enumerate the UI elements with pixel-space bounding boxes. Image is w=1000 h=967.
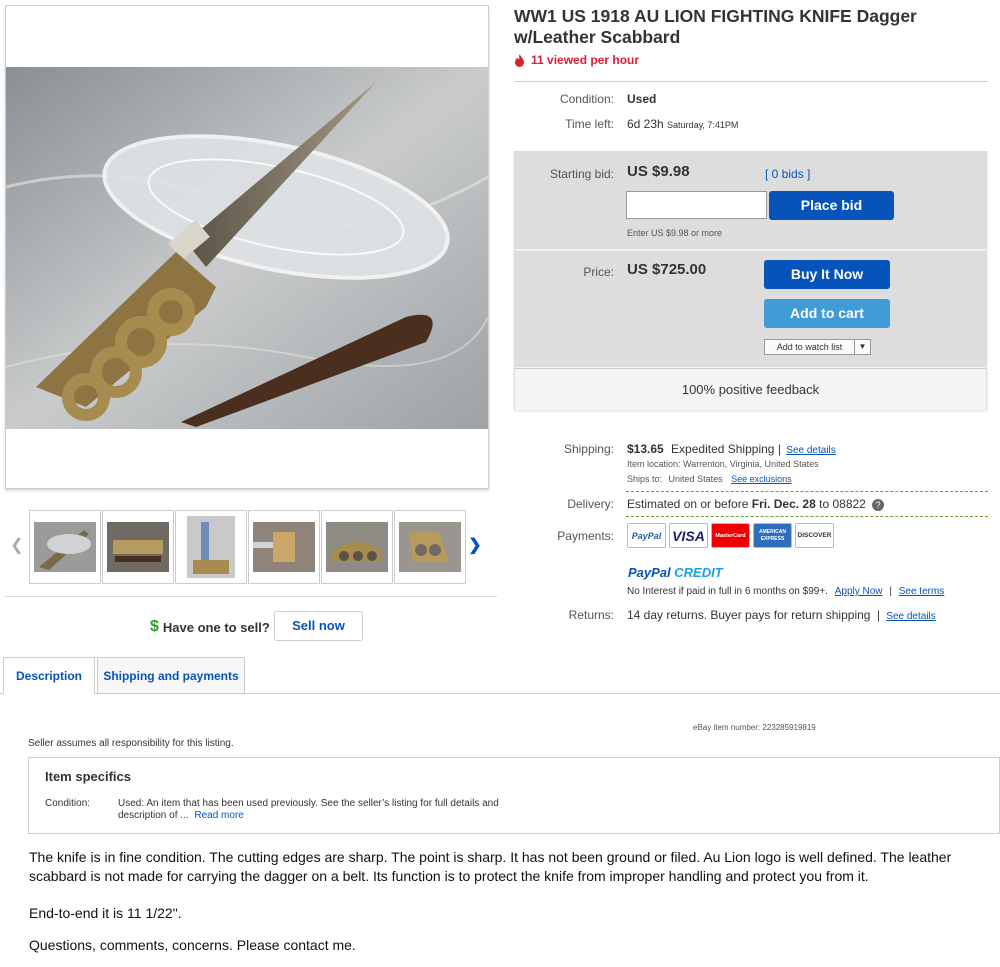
thumbnail-1[interactable] — [29, 510, 101, 584]
thumbnail-strip: ❮ ❯ — [5, 510, 495, 584]
time-left-duration: 6d 23h — [627, 117, 664, 131]
main-image-frame[interactable] — [5, 5, 489, 489]
item-specifics-title: Item specifics — [45, 769, 131, 784]
seller-feedback: 100% positive feedback — [681, 382, 820, 397]
sell-row: $ Have one to sell? Sell now — [150, 611, 380, 643]
delivery-value: Estimated on or before Fri. Dec. 28 to 0… — [627, 497, 885, 511]
viewed-text: 11 viewed per hour — [531, 53, 640, 67]
paypal-credit-word: CREDIT — [674, 565, 723, 580]
chevron-down-icon[interactable]: ▼ — [854, 340, 870, 354]
shipping-method: Expedited Shipping — [671, 442, 775, 456]
chevron-left-icon[interactable]: ❮ — [7, 534, 27, 558]
price-label: Price: — [583, 265, 614, 279]
bids-count-link[interactable]: [ 0 bids ] — [765, 167, 810, 181]
price-value: US $725.00 — [627, 261, 707, 278]
ships-to: Ships to: United States See exclusions — [627, 474, 792, 484]
chevron-right-icon[interactable]: ❯ — [465, 534, 485, 558]
payment-logos: PayPal VISA MasterCard AMERICAN EXPRESS … — [627, 523, 834, 548]
ships-to-value: United States — [668, 474, 723, 484]
watch-list-label: Add to watch list — [776, 342, 843, 352]
paypal-credit-brand: PayPal — [628, 565, 671, 580]
specifics-condition-value: Used: An item that has been used previou… — [118, 798, 528, 822]
thumbnail-5[interactable] — [321, 510, 393, 584]
condition-label: Condition: — [559, 92, 614, 106]
payments-label: Payments: — [557, 529, 614, 543]
main-product-image[interactable] — [6, 67, 488, 429]
item-title: WW1 US 1918 AU LION FIGHTING KNIFE Dagge… — [514, 6, 917, 47]
paypal-credit-logo: PayPal CREDIT — [628, 565, 723, 580]
add-to-cart-button[interactable]: Add to cart — [764, 299, 890, 328]
place-bid-button[interactable]: Place bid — [769, 191, 894, 220]
thumbnail-3[interactable] — [175, 510, 247, 584]
viewed-badge: 11 viewed per hour — [514, 53, 639, 67]
returns-details-link[interactable]: See details — [886, 611, 935, 622]
condition-value: Used — [627, 92, 657, 106]
starting-bid-label: Starting bid: — [549, 167, 614, 181]
buy-it-now-button[interactable]: Buy It Now — [764, 260, 890, 289]
feedback-section: 100% positive feedback — [515, 368, 986, 410]
flame-icon — [515, 53, 524, 67]
shipping-label: Shipping: — [563, 442, 614, 456]
starting-bid-value: US $9.98 — [627, 163, 690, 180]
tab-bar: Description Shipping and payments — [0, 657, 1000, 694]
specifics-condition-text: Used: An item that has been used previou… — [118, 798, 499, 821]
time-left-end: Saturday, 7:41PM — [667, 120, 739, 130]
amex-logo: AMERICAN EXPRESS — [753, 523, 792, 548]
see-exclusions-link[interactable]: See exclusions — [731, 474, 792, 484]
description-paragraph: The knife is in fine condition. The cutt… — [29, 849, 952, 884]
shipping-value: $13.65 Expedited Shipping | See details — [627, 442, 836, 456]
add-to-watch-list-button[interactable]: Add to watch list ▼ — [764, 339, 871, 355]
mastercard-logo: MasterCard — [711, 523, 750, 548]
bid-box: 100% positive feedback — [514, 151, 987, 410]
dollar-icon: $ — [150, 618, 159, 635]
delivery-suffix: to 08822 — [819, 497, 866, 511]
description-paragraph: Questions, comments, concerns. Please co… — [29, 937, 356, 953]
ships-to-label: Ships to: — [627, 474, 663, 484]
help-icon[interactable]: ? — [872, 499, 885, 511]
description-paragraph: End-to-end it is 11 1/22". — [29, 905, 182, 921]
visa-logo: VISA — [669, 523, 708, 548]
sell-now-button[interactable]: Sell now — [274, 611, 363, 641]
thumbnail-4[interactable] — [248, 510, 320, 584]
divider — [626, 491, 988, 492]
returns-label: Returns: — [568, 608, 614, 622]
discover-logo: DISCOVER — [795, 523, 834, 548]
returns-policy: 14 day returns. Buyer pays for return sh… — [627, 608, 871, 622]
item-location: Item location: Warrenton, Virginia, Unit… — [627, 459, 819, 469]
read-more-link[interactable]: Read more — [194, 810, 243, 821]
thumbnail-list — [29, 510, 467, 584]
separator: | — [876, 608, 880, 622]
thumbnail-2[interactable] — [102, 510, 174, 584]
thumbnail-6[interactable] — [394, 510, 466, 584]
bid-hint: Enter US $9.98 or more — [627, 228, 723, 238]
time-left-label: Time left: — [565, 117, 614, 131]
delivery-prefix: Estimated on or before — [627, 497, 749, 511]
divider — [514, 81, 988, 82]
separator: | — [889, 586, 892, 597]
tab-shipping-and-payments[interactable]: Shipping and payments — [97, 657, 245, 694]
paypal-credit-offer: No Interest if paid in full in 6 months … — [627, 586, 944, 597]
divider — [5, 596, 497, 597]
sell-prompt: Have one to sell? — [162, 619, 270, 635]
returns-value: 14 day returns. Buyer pays for return sh… — [627, 608, 936, 622]
tab-description[interactable]: Description — [3, 657, 95, 694]
delivery-date: Fri. Dec. 28 — [751, 497, 816, 511]
delivery-label: Delivery: — [567, 497, 614, 511]
apply-now-link[interactable]: Apply Now — [835, 586, 883, 597]
item-specifics-box: Item specifics Condition: Used: An item … — [28, 757, 1000, 834]
responsibility-note: Seller assumes all responsibility for th… — [28, 738, 234, 749]
item-number: eBay item number: 223285919819 — [693, 723, 816, 732]
time-left-value: 6d 23h Saturday, 7:41PM — [627, 117, 738, 131]
shipping-cost: $13.65 — [627, 442, 664, 456]
see-terms-link[interactable]: See terms — [899, 586, 945, 597]
specifics-condition-label: Condition: — [45, 798, 91, 809]
bid-amount-input[interactable] — [626, 191, 767, 219]
paypal-logo: PayPal — [627, 523, 666, 548]
paypal-credit-text: No Interest if paid in full in 6 months … — [627, 586, 828, 597]
shipping-details-link[interactable]: See details — [786, 445, 835, 456]
divider — [626, 516, 988, 517]
separator: | — [777, 442, 781, 456]
